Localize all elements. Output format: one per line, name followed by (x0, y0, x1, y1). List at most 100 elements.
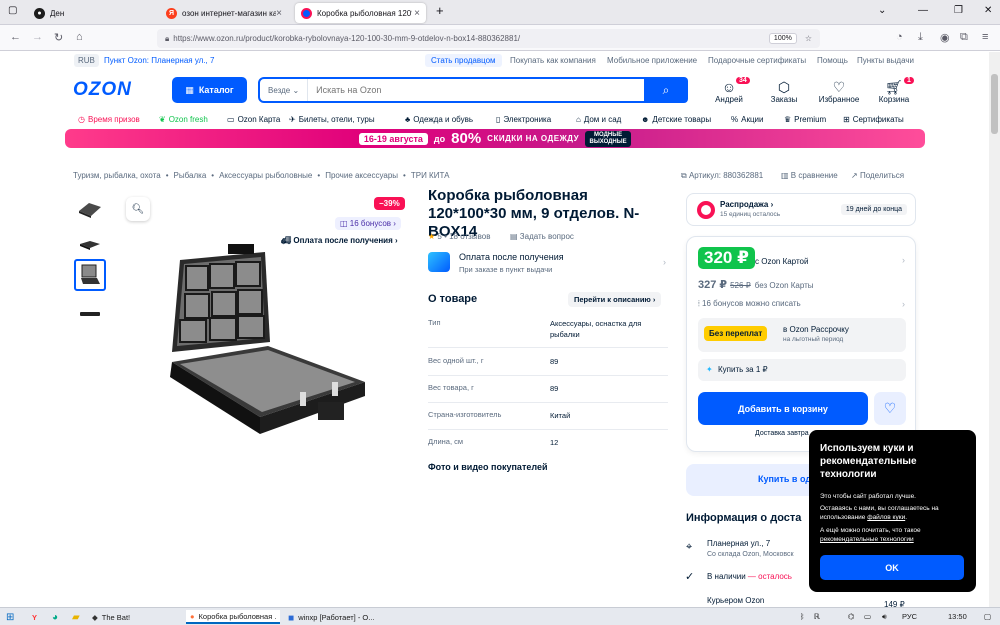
search-button[interactable]: ⌕ (644, 77, 688, 103)
yandex-browser-icon[interactable]: Y (28, 610, 41, 624)
volume-icon[interactable]: 🔊︎ (882, 612, 887, 622)
installment-block[interactable]: Без переплат в Ozon Рассрочку на льготны… (698, 318, 906, 352)
top-link-company[interactable]: Покупать как компания (510, 56, 596, 65)
clock[interactable]: 13:50 (948, 612, 967, 621)
menu-item-tickets[interactable]: ✈ Билеты, отели, туры (289, 115, 375, 124)
top-link-pickup-points[interactable]: Пункты выдачи (857, 56, 914, 65)
tab-3-active[interactable]: Коробка рыболовная 120*100 × (295, 3, 426, 23)
currency-selector[interactable]: RUB (74, 54, 99, 67)
header-favorites[interactable]: ♡ Избранное (813, 79, 865, 104)
display-icon[interactable]: ▭ (864, 612, 871, 621)
top-link-help[interactable]: Помощь (817, 56, 848, 65)
star-icon[interactable]: ☆ (805, 34, 812, 43)
menu-item-electronics[interactable]: ▯ Электроника (496, 115, 551, 124)
catalog-button[interactable]: ▦ Каталог (172, 77, 247, 103)
share-link[interactable]: ↗ Поделиться (851, 171, 904, 180)
reload-icon[interactable]: ↻ (54, 31, 63, 44)
gallery-thumb[interactable] (74, 228, 106, 260)
menu-icon[interactable]: ≡ (982, 31, 988, 43)
favorite-button[interactable]: ♡ (874, 392, 906, 425)
promo-banner[interactable]: 16-19 августа до 80% СКИДКИ НА ОДЕЖДУ МО… (65, 129, 925, 148)
forward-icon[interactable]: → (32, 31, 43, 43)
minimize-icon[interactable]: — (918, 5, 928, 16)
menu-item-promo[interactable]: % Акции (731, 115, 763, 124)
header-cart[interactable]: 🛒︎ 1 Корзина (868, 77, 920, 104)
explorer-icon[interactable]: ▰ (68, 610, 84, 624)
compare-link[interactable]: ▥ В сравнение (781, 171, 838, 180)
ask-question-link[interactable]: ▤ Задать вопрос (510, 232, 574, 241)
add-to-cart-button[interactable]: Добавить в корзину (698, 392, 868, 425)
gallery-thumb-selected[interactable] (74, 259, 106, 291)
start-button[interactable]: ⊞ (2, 610, 18, 624)
reviews-link[interactable]: 18 отзывов (449, 232, 490, 241)
bonus-line[interactable]: ⦙ 16 бонусов можно списать (698, 299, 801, 309)
taskbar-app-vbox[interactable]: ◼ winxp [Работает] - О... (284, 610, 378, 624)
keyboard-language[interactable]: РУС (902, 612, 917, 621)
menu-item-kids[interactable]: ☻ Детские товары (641, 115, 711, 124)
breadcrumb-item[interactable]: Рыбалка (174, 171, 207, 180)
search-input[interactable] (308, 85, 644, 95)
tray-app-icon[interactable]: ℝ (814, 612, 820, 621)
pay-after-row[interactable]: Оплата после получения При заказе в пунк… (428, 250, 668, 278)
new-tab-icon[interactable]: + (436, 3, 444, 18)
product-main-image[interactable] (150, 242, 370, 442)
become-seller-link[interactable]: Стать продавцом (425, 54, 502, 67)
gallery-thumb[interactable] (74, 298, 106, 330)
chevron-right-icon[interactable]: › (902, 255, 905, 265)
scrollbar-thumb[interactable] (991, 74, 998, 134)
breadcrumb-item[interactable]: Аксессуары рыболовные (219, 171, 312, 180)
chevron-down-icon[interactable]: ⌄ (878, 5, 886, 16)
buy-for-one-button[interactable]: ✦ Купить за 1 ₽ (698, 359, 906, 381)
network-icon[interactable]: ⌬ (848, 612, 855, 621)
close-window-icon[interactable]: ✕ (984, 5, 992, 16)
menu-item-premium[interactable]: ♛ Premium (784, 115, 826, 124)
bonus-badge[interactable]: ◫ 16 бонусов › (335, 217, 401, 230)
url-bar[interactable]: 🔒︎ https://www.ozon.ru/product/korobka-r… (157, 29, 820, 48)
tab-2[interactable]: Я озон интернет-магазин катал × (160, 3, 288, 23)
breadcrumb-item[interactable]: Туризм, рыбалка, охота (73, 171, 161, 180)
pickup-point-link[interactable]: Пункт Ozon: Планерная ул., 7 (104, 56, 214, 65)
menu-item-home[interactable]: ⌂ Дом и сад (576, 115, 621, 124)
close-icon[interactable]: × (276, 8, 282, 19)
header-orders[interactable]: ⬡ Заказы (758, 79, 810, 104)
menu-item-prizes[interactable]: ◷ Время призов (78, 115, 140, 124)
recommend-tech-link[interactable]: рекомендательные технологии (820, 536, 914, 543)
download-icon[interactable]: ⤓ (918, 31, 923, 44)
pocket-icon[interactable]: ◔ (896, 31, 903, 43)
menu-item-card[interactable]: ▭ Ozon Карта (227, 115, 280, 124)
close-icon[interactable]: × (414, 8, 420, 19)
sale-card[interactable]: Распродажа › 15 единиц осталось 19 дней … (686, 193, 916, 226)
cookie-ok-button[interactable]: OK (820, 555, 964, 580)
ozon-logo[interactable]: OZON (73, 79, 132, 101)
menu-item-certificates[interactable]: ⊞ Сертификаты (843, 115, 904, 124)
tab-1[interactable]: ● Ден (28, 3, 153, 23)
bluetooth-icon[interactable]: ᛒ (800, 612, 805, 621)
page-scrollbar[interactable] (989, 52, 1000, 607)
cookie-files-link[interactable]: файлов куки (867, 514, 905, 521)
menu-item-fresh[interactable]: ❦ Ozon fresh (159, 115, 208, 124)
extensions-icon[interactable]: ⧉ (960, 31, 968, 44)
back-icon[interactable]: ← (10, 31, 21, 43)
rating-row[interactable]: ★ 5 • 18 отзывов (428, 232, 490, 241)
search-scope-dropdown[interactable]: Везде ⌄ (260, 79, 309, 101)
tab-list-icon[interactable]: ▢ (8, 5, 17, 16)
notifications-icon[interactable]: ▢ (984, 612, 991, 621)
courier-option[interactable]: Курьером Ozon (707, 596, 764, 605)
breadcrumb-item[interactable]: Прочие аксессуары (325, 171, 398, 180)
account-icon[interactable]: ◉ (940, 31, 950, 44)
delivery-address[interactable]: Планерная ул., 7 (707, 539, 770, 548)
chevron-right-icon[interactable]: › (902, 299, 905, 309)
maximize-icon[interactable]: ❐ (954, 5, 963, 16)
zoom-level[interactable]: 100% (768, 33, 797, 44)
image-search-icon[interactable]: 🔍︎ (126, 197, 150, 221)
top-link-app[interactable]: Мобильное приложение (607, 56, 697, 65)
top-link-certificates[interactable]: Подарочные сертификаты (708, 56, 806, 65)
header-profile[interactable]: ☺ 34 Андрей (703, 77, 755, 104)
goto-description-button[interactable]: Перейти к описанию › (568, 292, 662, 307)
taskbar-app-firefox[interactable]: ● Коробка рыболовная ... (186, 610, 280, 624)
article-copy[interactable]: ⧉ Артикул: 880362881 (681, 171, 763, 181)
menu-item-clothes[interactable]: ♣ Одежда и обувь (405, 115, 473, 124)
taskbar-app-thebat[interactable]: ◆ The Bat! (88, 610, 182, 624)
breadcrumb-item[interactable]: ТРИ КИТА (411, 171, 450, 180)
home-icon[interactable]: ⌂ (76, 31, 83, 43)
